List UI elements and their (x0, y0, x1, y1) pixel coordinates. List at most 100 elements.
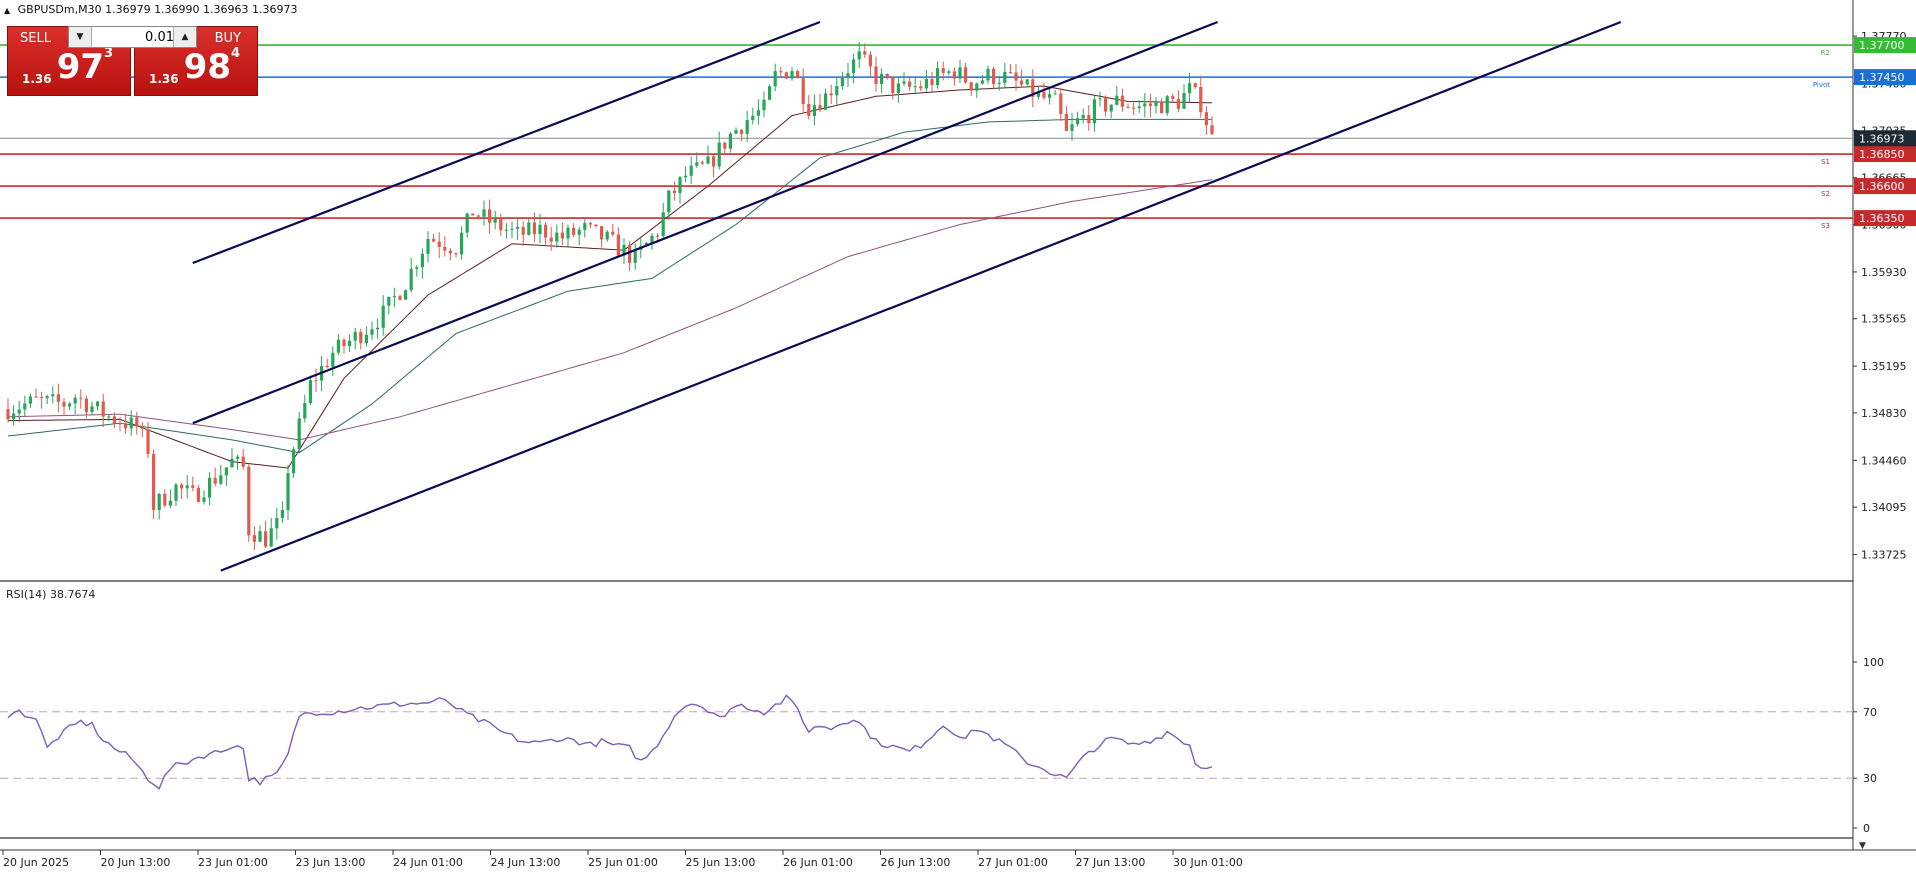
candle-body (818, 105, 822, 110)
buy-price-main: 1.36 (149, 72, 179, 86)
candle-body (756, 110, 760, 116)
candle-body (952, 71, 956, 79)
candle-body (1132, 107, 1136, 109)
candle-body (208, 477, 212, 498)
candle-body (840, 77, 844, 87)
candle-body (504, 229, 508, 231)
candle-body (1120, 95, 1124, 107)
candle-body (112, 416, 116, 424)
lot-size-control: ▼ ▲ (68, 26, 197, 48)
sell-label: SELL (20, 31, 51, 46)
rsi-tick-label: 70 (1863, 706, 1877, 719)
candle-body (96, 401, 100, 407)
candle-body (482, 209, 486, 217)
chart-root: R2 Pivot S1 S2 S3 RSI(14) 38.7674 1.37770 1.3… (0, 0, 1916, 874)
candle-body (1092, 99, 1096, 124)
candle-body (1204, 112, 1208, 126)
candle-body (896, 83, 900, 93)
candle-body (874, 66, 878, 85)
candle-body (331, 352, 335, 367)
candle-body (387, 296, 391, 306)
candle-body (101, 401, 105, 417)
candle-body (577, 229, 581, 235)
candle-body (964, 67, 968, 83)
candle-body (1064, 113, 1068, 131)
lot-decrease-icon[interactable]: ▼ (69, 27, 92, 47)
scroll-down-icon[interactable]: ▼ (1859, 841, 1866, 851)
level-tag-s2: S2 (1821, 190, 1830, 198)
candle-body (493, 218, 497, 223)
triangle-up-icon[interactable]: ▲ (4, 6, 10, 15)
candle-body (846, 73, 850, 78)
candle-body (1115, 95, 1119, 105)
candle-body (566, 227, 570, 239)
candle-body (224, 467, 228, 476)
candle-body (264, 531, 268, 547)
chart-background (0, 0, 1916, 874)
candle-body (728, 133, 732, 149)
lot-size-input[interactable] (93, 28, 177, 46)
candle-body (454, 253, 458, 255)
candle-body (12, 413, 16, 420)
candle-body (1087, 115, 1091, 124)
candle-body (460, 232, 464, 255)
candle-body (437, 241, 441, 247)
candle-body (1210, 125, 1214, 135)
candle-body (835, 86, 839, 96)
candle-body (286, 473, 290, 511)
candle-body (1188, 83, 1192, 94)
price-tick-label: 1.35930 (1861, 266, 1907, 279)
candle-body (17, 409, 21, 414)
candle-body (751, 115, 755, 121)
candle-body (1171, 96, 1175, 99)
candle-body (605, 231, 609, 240)
candle-body (79, 397, 83, 399)
current-price-label: 1.36973 (1859, 132, 1905, 145)
candle-body (28, 396, 32, 404)
candle-body (381, 305, 385, 328)
candle-body (135, 417, 139, 427)
candle-body (129, 417, 133, 429)
rsi-tick-label: 100 (1863, 656, 1884, 669)
candle-body (1182, 93, 1186, 109)
candle-body (84, 398, 88, 413)
time-tick-label: 27 Jun 13:00 (1076, 856, 1146, 869)
candle-body (213, 477, 217, 484)
candle-body (868, 54, 872, 67)
candle-body (174, 484, 178, 501)
buy-price: 1.36 984 (149, 46, 240, 86)
candle-body (34, 396, 38, 398)
candle-body (241, 456, 245, 467)
candle-body (997, 82, 1001, 85)
candle-body (628, 245, 632, 263)
candle-body (191, 485, 195, 488)
candle-body (538, 224, 542, 235)
candle-body (1048, 94, 1052, 98)
candle-body (1059, 93, 1063, 114)
candle-body (163, 493, 167, 506)
candle-body (432, 238, 436, 242)
candle-body (880, 73, 884, 85)
level-price-label: 1.37700 (1859, 39, 1905, 52)
sell-price-sup: 3 (104, 46, 114, 61)
candle-body (376, 327, 380, 330)
level-price-label: 1.36850 (1859, 148, 1905, 161)
candle-body (527, 222, 531, 235)
candle-body (392, 296, 396, 298)
candle-body (404, 290, 408, 300)
candle-body (544, 224, 548, 238)
candle-body (40, 397, 44, 399)
candle-body (667, 190, 671, 213)
candle-body (1098, 98, 1102, 100)
candle-body (465, 213, 469, 233)
candle-body (90, 406, 94, 413)
candle-body (768, 86, 772, 100)
candle-body (348, 340, 352, 347)
candle-body (1137, 106, 1141, 108)
candle-body (532, 222, 536, 235)
candle-body (852, 59, 856, 74)
candle-body (723, 142, 727, 149)
lot-increase-icon[interactable]: ▲ (173, 27, 196, 47)
candle-body (980, 80, 984, 84)
candle-body (314, 380, 318, 382)
